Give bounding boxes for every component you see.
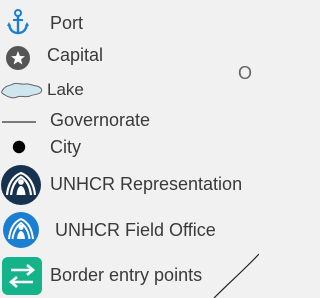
legend-label-port: Port bbox=[50, 13, 84, 33]
legend-label-capital: Capital bbox=[47, 45, 104, 65]
legend-label-unhcr-representation: UNHCR Representation bbox=[50, 174, 243, 194]
lake-icon bbox=[1, 82, 43, 99]
city-dot-icon bbox=[12, 140, 26, 154]
legend-label-unhcr-field-office: UNHCR Field Office bbox=[55, 220, 216, 240]
anchor-icon bbox=[7, 9, 29, 35]
capital-star-icon bbox=[6, 46, 30, 70]
map-boundary-line bbox=[213, 253, 259, 298]
unhcr-field-office-icon bbox=[3, 212, 39, 248]
legend-label-border-entry-points: Border entry points bbox=[50, 265, 203, 285]
map-legend: Port Capital Lake Governorate City UNHCR… bbox=[0, 0, 259, 298]
legend-label-lake: Lake bbox=[47, 80, 84, 99]
legend-label-city: City bbox=[50, 137, 81, 157]
governorate-line-icon bbox=[2, 121, 36, 123]
legend-label-governorate: Governorate bbox=[50, 110, 151, 130]
border-entry-icon bbox=[2, 257, 42, 295]
map-place-label-fragment: O bbox=[238, 63, 253, 83]
unhcr-representation-icon bbox=[1, 165, 41, 205]
